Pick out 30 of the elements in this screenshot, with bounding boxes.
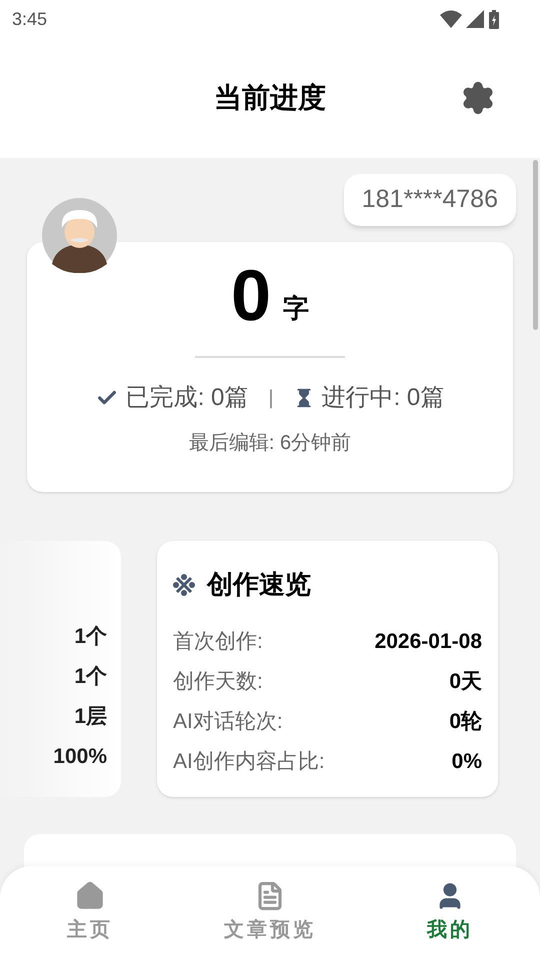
signal-icon (466, 10, 484, 28)
phone-badge: 181****4786 (344, 174, 516, 226)
overview-title: 创作速览 (207, 568, 311, 601)
home-icon (75, 881, 105, 911)
completed-count: 已完成: 0篇 (126, 383, 248, 413)
word-count: 0 (230, 260, 272, 332)
stat-label: AI对话轮次: (173, 709, 283, 736)
in-progress-count: 进行中: 0篇 (322, 383, 444, 413)
stat-value: 1个 (74, 624, 107, 650)
wifi-icon (440, 10, 462, 28)
nav-tab[interactable]: 我的 (360, 866, 540, 960)
stat-value: 0轮 (449, 709, 482, 736)
stat-value: 1个 (74, 664, 107, 690)
battery-icon (488, 9, 500, 29)
page-title: 当前进度 (214, 81, 326, 115)
stat-label: 首次创作: (173, 629, 263, 656)
stat-label: 创作天数: (173, 669, 263, 696)
last-edit: 最后编辑: 6分钟前 (188, 431, 352, 456)
nav-tab[interactable]: 文章预览 (180, 866, 360, 960)
stat-value: 0天 (449, 669, 482, 696)
word-unit: 字 (283, 292, 310, 325)
stat-value: 2026-01-08 (374, 629, 482, 656)
status-time: 3:45 (12, 8, 48, 30)
separator: | (268, 386, 274, 411)
stat-value: 1层 (74, 704, 107, 730)
nav-tab[interactable]: 主页 (0, 866, 180, 960)
asterism-icon (173, 574, 195, 596)
stat-value: 100% (53, 744, 107, 770)
stat-label: AI创作内容占比: (173, 749, 325, 776)
stat-value: 0% (452, 749, 482, 776)
